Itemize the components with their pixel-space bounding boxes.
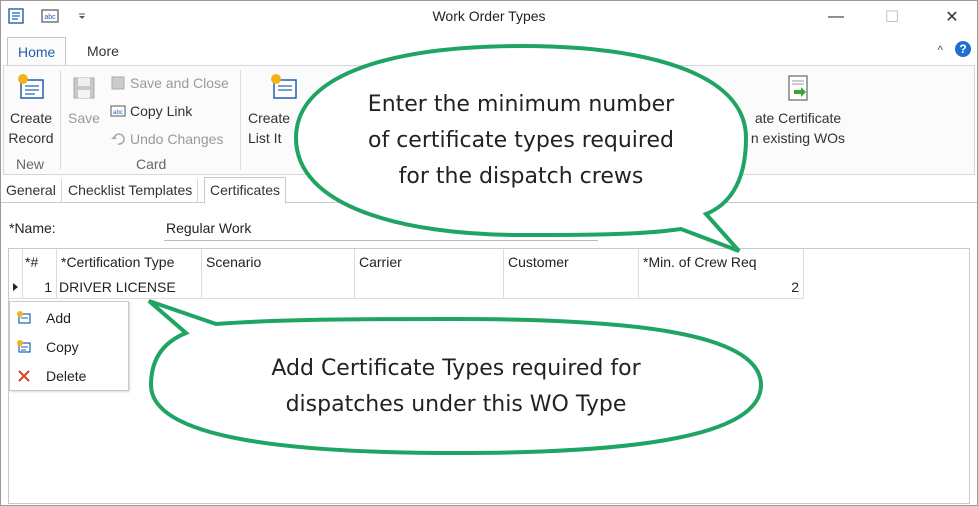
top-callout-text: Enter the minimum number of certificate …	[367, 92, 675, 189]
work-order-types-window: abc Work Order Types — ☐ ✕ Home More ^ ?…	[0, 0, 978, 506]
bottom-callout-text: Add Certificate Types required for dispa…	[271, 356, 641, 417]
callout-bubbles	[147, 43, 764, 456]
